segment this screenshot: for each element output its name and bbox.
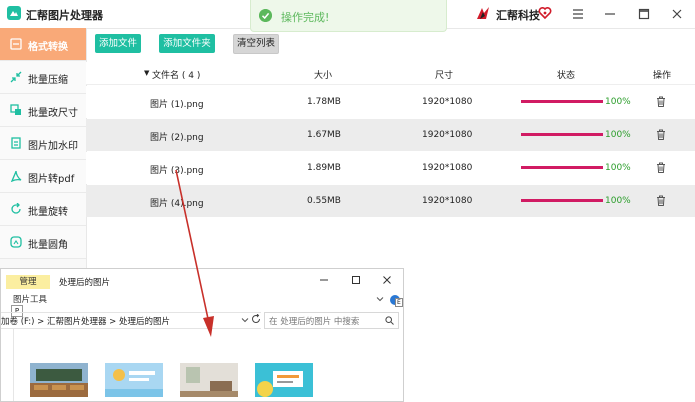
progress-fill	[521, 166, 603, 169]
app-title: 汇帮图片处理器	[26, 9, 103, 22]
table-header: ▼ 文件名 ( 4 ) 大小 尺寸 状态 操作	[86, 62, 695, 85]
breadcrumb[interactable]: 加卷 (F:) > 汇帮图片处理器 > 处理后的图片	[1, 315, 170, 327]
file-dimensions: 1920*1080	[422, 163, 473, 173]
file-name: 图片 (1).png	[150, 100, 204, 110]
file-explorer-window: 管理 处理后的图片 图片工具 P E 加卷 (F:) > 汇帮图片处理器 > 处…	[0, 268, 404, 402]
close-icon[interactable]	[665, 4, 689, 24]
progress-bar	[521, 199, 603, 202]
resize-icon	[10, 104, 21, 115]
file-name: 图片 (2).png	[150, 133, 204, 143]
sidebar-item-format-convert[interactable]: 格式转换	[0, 28, 86, 61]
table-row[interactable]: 图片 (3).png 1.89MB 1920*1080 100%	[86, 152, 695, 184]
heart-icon[interactable]	[538, 6, 552, 20]
watermark-icon	[11, 137, 21, 149]
file-dimensions: 1920*1080	[422, 196, 473, 206]
app-logo-icon	[7, 6, 21, 20]
help-icon[interactable]: E	[390, 295, 403, 307]
image-thumbnail[interactable]	[180, 363, 238, 397]
search-icon[interactable]	[385, 316, 394, 325]
sidebar-item-batch-compress[interactable]: 批量压缩	[0, 61, 86, 94]
picture-tools-tab[interactable]: 图片工具	[13, 293, 47, 305]
sidebar-item-batch-rotate[interactable]: 批量旋转	[0, 193, 86, 226]
table-row[interactable]: 图片 (2).png 1.67MB 1920*1080 100%	[86, 119, 695, 151]
file-size: 0.55MB	[307, 196, 341, 206]
search-input[interactable]: 在 处理后的图片 中搜索	[264, 312, 399, 329]
progress-bar	[521, 166, 603, 169]
chevron-down-icon[interactable]	[375, 294, 385, 304]
file-size: 1.78MB	[307, 97, 341, 107]
sort-arrow-icon[interactable]: ▼	[144, 69, 149, 77]
progress-fill	[521, 133, 603, 136]
file-size: 1.67MB	[307, 130, 341, 140]
sidebar-item-label: 批量圆角	[28, 240, 68, 251]
sidebar-item-rounded-corner[interactable]: 批量圆角	[0, 226, 86, 259]
explorer-close-icon[interactable]	[379, 273, 395, 287]
rounded-corner-icon	[10, 236, 22, 248]
check-circle-icon	[259, 9, 272, 22]
progress-bar	[521, 100, 603, 103]
progress-fill	[521, 199, 603, 202]
pdf-icon	[10, 170, 22, 182]
progress-bar	[521, 133, 603, 136]
sidebar-item-label: 批量压缩	[28, 75, 68, 86]
sidebar-item-label: 图片转pdf	[28, 174, 75, 185]
trash-icon[interactable]	[656, 129, 666, 140]
sidebar-item-watermark[interactable]: 图片加水印	[0, 127, 86, 160]
explorer-minimize-icon[interactable]	[316, 273, 332, 287]
search-placeholder: 在 处理后的图片 中搜索	[269, 317, 360, 327]
table-row[interactable]: 图片 (4).png 0.55MB 1920*1080 100%	[86, 185, 695, 217]
trash-icon[interactable]	[656, 195, 666, 206]
progress-percent: 100%	[605, 163, 631, 173]
column-dimensions: 尺寸	[435, 71, 454, 81]
progress-fill	[521, 100, 603, 103]
sidebar-item-to-pdf[interactable]: 图片转pdf	[0, 160, 86, 193]
progress-percent: 100%	[605, 97, 631, 107]
progress-percent: 100%	[605, 130, 631, 140]
brand-logo-icon	[477, 7, 489, 19]
chevron-down-icon[interactable]	[241, 316, 249, 324]
trash-icon[interactable]	[656, 96, 666, 107]
progress-percent: 100%	[605, 196, 631, 206]
rotate-icon	[11, 203, 21, 214]
add-folder-button[interactable]: 添加文件夹	[159, 34, 215, 53]
sidebar-item-label: 格式转换	[28, 42, 68, 53]
menu-icon[interactable]	[566, 4, 590, 24]
file-size: 1.89MB	[307, 163, 341, 173]
explorer-title: 处理后的图片	[59, 278, 111, 288]
compress-icon	[10, 71, 22, 83]
maximize-icon[interactable]	[632, 4, 656, 24]
file-dimensions: 1920*1080	[422, 130, 473, 140]
minimize-icon[interactable]	[598, 4, 622, 24]
file-name: 图片 (3).png	[150, 166, 204, 176]
sidebar-item-label: 图片加水印	[28, 141, 78, 152]
column-size: 大小	[314, 71, 333, 81]
manage-tab[interactable]: 管理	[6, 275, 50, 289]
column-actions: 操作	[653, 71, 672, 81]
brand-name: 汇帮科技	[496, 9, 540, 22]
column-status: 状态	[557, 71, 576, 81]
refresh-icon[interactable]	[251, 314, 261, 324]
navigation-pane[interactable]	[1, 329, 14, 401]
sidebar-item-label: 批量改尺寸	[28, 108, 78, 119]
convert-icon	[10, 38, 22, 50]
success-toast: 操作完成!	[250, 0, 447, 32]
sidebar-item-batch-resize[interactable]: 批量改尺寸	[0, 94, 86, 127]
address-bar[interactable]: 加卷 (F:) > 汇帮图片处理器 > 处理后的图片	[1, 312, 261, 329]
clear-list-button[interactable]: 清空列表	[233, 34, 279, 54]
image-thumbnail[interactable]	[255, 363, 313, 397]
image-thumbnail[interactable]	[30, 363, 88, 397]
column-filename[interactable]: 文件名 ( 4 )	[152, 68, 200, 81]
sidebar-item-label: 批量旋转	[28, 207, 68, 218]
trash-icon[interactable]	[656, 162, 666, 173]
file-name: 图片 (4).png	[150, 199, 204, 209]
add-file-button[interactable]: 添加文件	[95, 34, 141, 53]
explorer-maximize-icon[interactable]	[348, 273, 364, 287]
image-thumbnail[interactable]	[105, 363, 163, 397]
file-dimensions: 1920*1080	[422, 97, 473, 107]
keytip-e: E	[395, 298, 403, 307]
toast-message: 操作完成!	[281, 11, 330, 24]
table-row[interactable]: 图片 (1).png 1.78MB 1920*1080 100%	[86, 86, 695, 118]
